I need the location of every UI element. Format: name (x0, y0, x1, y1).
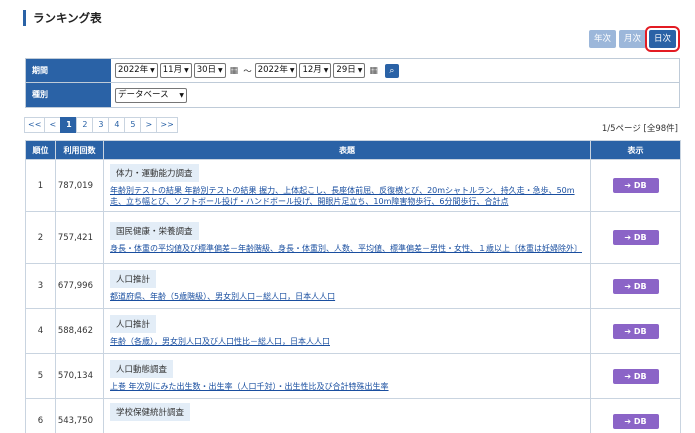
header-count: 利用回数 (55, 140, 104, 160)
db-button[interactable]: ➔ DB (612, 230, 659, 245)
arrow-right-icon: ➔ (624, 416, 634, 426)
table-title-link[interactable]: 都道府県、年齢（5歳階級）、男女別人口－総人口，日本人人口 (110, 291, 586, 302)
page-5[interactable]: 5 (124, 117, 142, 133)
survey-badge: 学校保健統計調査 (110, 403, 191, 421)
count-cell: 543,750 (55, 398, 104, 433)
chevron-down-icon: ▼ (218, 67, 223, 74)
to-year-select[interactable]: 2022年 ▼ (254, 63, 298, 78)
arrow-right-icon: ➔ (624, 233, 634, 242)
survey-badge: 国民健康・栄養調査 (110, 221, 199, 240)
rank-cell: 5 (25, 353, 56, 399)
count-cell: 677,996 (55, 263, 104, 309)
type-select[interactable]: データベース ▼ (115, 87, 187, 103)
rank-cell: 6 (25, 398, 56, 433)
survey-badge: 人口推計 (110, 315, 157, 333)
chevron-down-icon: ▼ (150, 67, 155, 74)
chevron-down-icon: ▼ (357, 67, 363, 74)
table-row: 6 543,750 学校保健統計調査 ➔ DB (25, 398, 681, 433)
range-tilde: ～ (243, 66, 252, 77)
count-cell: 570,134 (55, 353, 104, 399)
calendar-icon[interactable]: ▦ (369, 66, 378, 76)
page-2[interactable]: 2 (76, 117, 94, 133)
tab-monthly[interactable]: 月次 (618, 30, 646, 48)
page-title: ランキング表 (23, 10, 102, 26)
table-row: 4 588,462 人口推計年齢（各歳），男女別人口及び人口性比－総人口，日本人… (25, 308, 681, 354)
to-day-select[interactable]: 29日 ▼ (333, 63, 366, 78)
survey-badge: 人口推計 (110, 270, 157, 288)
arrow-right-icon: ➔ (624, 281, 634, 291)
count-cell: 787,019 (55, 159, 104, 212)
count-cell: 757,421 (55, 211, 104, 264)
period-tabs: 年次 月次 日次 (588, 26, 681, 52)
rank-cell: 1 (25, 159, 56, 212)
pagination: << < 1 2 3 4 5 > >> (24, 117, 178, 133)
arrow-right-icon: ➔ (624, 181, 634, 190)
header-rank: 順位 (25, 140, 56, 160)
table-title-link[interactable]: 身長・体重の平均値及び標準偏差－年齢階級、身長・体重別、人数、平均値、標準偏差－… (110, 243, 586, 254)
chevron-down-icon: ▼ (184, 67, 189, 74)
to-month-select[interactable]: 12月 ▼ (299, 63, 332, 78)
chevron-down-icon: ▼ (179, 91, 184, 99)
table-title-link[interactable]: 上巻 年次別にみた出生数・出生率（人口千対）・出生性比及び合計特殊出生率 (110, 381, 586, 392)
table-title-link[interactable]: 年齢（各歳），男女別人口及び人口性比－総人口，日本人人口 (110, 336, 586, 347)
db-button[interactable]: ➔ DB (612, 323, 659, 339)
count-cell: 588,462 (55, 308, 104, 354)
from-day-select[interactable]: 30日 ▼ (193, 63, 226, 78)
search-icon[interactable]: ⌕ (384, 63, 399, 78)
arrow-right-icon: ➔ (624, 326, 634, 336)
rank-cell: 4 (25, 308, 56, 354)
rank-cell: 2 (25, 211, 56, 264)
rank-cell: 3 (25, 263, 56, 309)
db-button[interactable]: ➔ DB (612, 178, 659, 193)
header-display: 表示 (590, 140, 681, 160)
type-label: 種別 (26, 83, 111, 107)
chevron-down-icon: ▼ (289, 67, 295, 74)
filter-panel: 期間 2022年 ▼ 11月 ▼ 30日 ▼ ▦ ～ 2022年 ▼ 12月 ▼ 29日 ▼… (25, 58, 680, 108)
page-1[interactable]: 1 (60, 117, 78, 133)
calendar-icon[interactable]: ▦ (230, 66, 239, 76)
page-last[interactable]: >> (156, 117, 178, 133)
table-row: 5 570,134 人口動態調査上巻 年次別にみた出生数・出生率（人口千対）・出… (25, 353, 681, 399)
page-next[interactable]: > (140, 117, 158, 133)
page-prev[interactable]: < (44, 117, 62, 133)
tab-yearly[interactable]: 年次 (588, 30, 616, 48)
db-button[interactable]: ➔ DB (612, 413, 659, 429)
table-title-link[interactable]: 年齢別テストの結果 年齢別テストの結果 握力、上体起こし、長座体前屈、反復横とび… (110, 185, 586, 207)
page-4[interactable]: 4 (108, 117, 126, 133)
page-3[interactable]: 3 (92, 117, 110, 133)
chevron-down-icon: ▼ (323, 67, 329, 74)
table-row: 2 757,421 国民健康・栄養調査身長・体重の平均値及び標準偏差－年齢階級、… (25, 211, 681, 264)
ranking-table: 順位 利用回数 表題 表示 1 787,019 体力・運動能力調査年齢別テストの… (25, 140, 681, 433)
page-info: 1/5ページ [全98件] (601, 124, 678, 134)
from-month-select[interactable]: 11月 ▼ (159, 63, 192, 78)
db-button[interactable]: ➔ DB (612, 278, 659, 294)
db-button[interactable]: ➔ DB (612, 368, 659, 384)
from-year-select[interactable]: 2022年 ▼ (115, 63, 158, 78)
tab-daily[interactable]: 日次 (644, 26, 681, 52)
arrow-right-icon: ➔ (624, 371, 634, 381)
page-first[interactable]: << (24, 117, 46, 133)
header-title: 表題 (103, 140, 591, 160)
table-row: 3 677,996 人口推計都道府県、年齢（5歳階級）、男女別人口－総人口，日本… (25, 263, 681, 309)
period-label: 期間 (26, 59, 111, 82)
survey-badge: 人口動態調査 (110, 360, 174, 378)
table-row: 1 787,019 体力・運動能力調査年齢別テストの結果 年齢別テストの結果 握… (25, 159, 681, 212)
survey-badge: 体力・運動能力調査 (110, 164, 199, 182)
